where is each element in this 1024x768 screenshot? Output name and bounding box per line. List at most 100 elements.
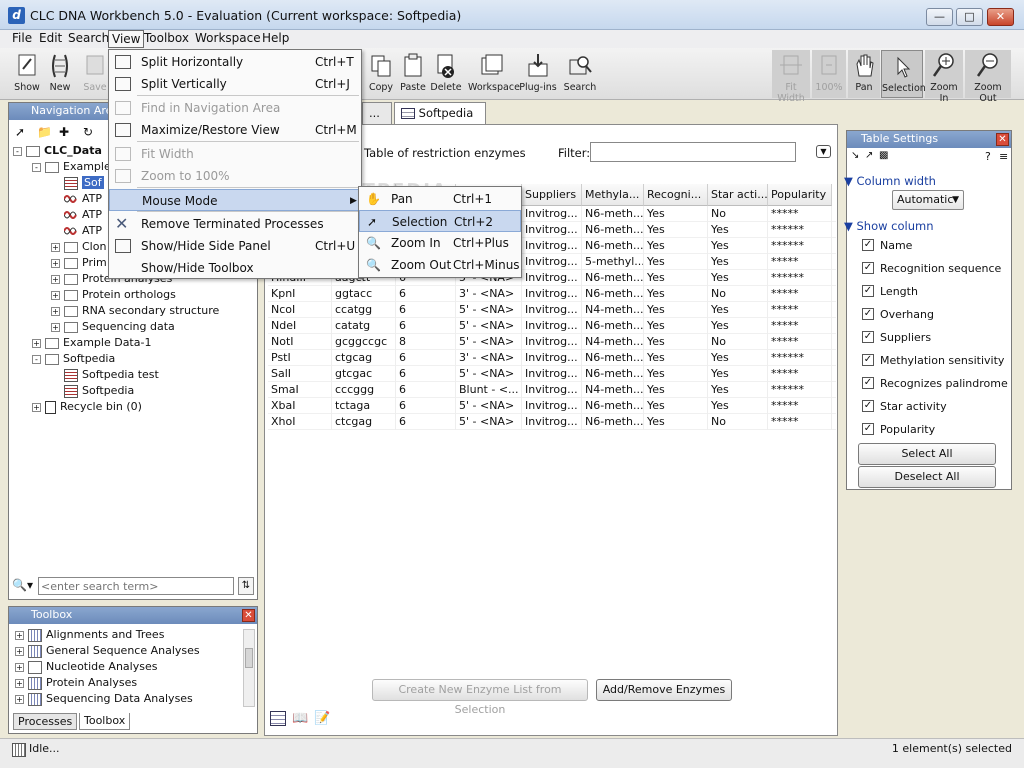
table-row[interactable]: NcoI ccatgg 6 5' - <NA> Invitrog... N4-meth..…: [268, 302, 836, 318]
fit-width-item[interactable]: Fit Width: [109, 143, 361, 165]
expand-icon[interactable]: +: [15, 646, 24, 656]
column-width-section[interactable]: ▼ Column width: [844, 174, 936, 188]
navigation-search-input[interactable]: [38, 577, 234, 595]
expand-icon[interactable]: +: [15, 662, 24, 672]
find-in-navigation-item[interactable]: Find in Navigation Area: [109, 97, 361, 119]
collapse-icon[interactable]: -: [32, 354, 41, 364]
expand-icon[interactable]: +: [51, 290, 60, 300]
pan-mode-item[interactable]: ✋ Pan Ctrl+1: [359, 188, 521, 210]
column-checkbox-row[interactable]: ✓ Methylation sensitivity: [862, 352, 1004, 370]
expand-icon[interactable]: +: [51, 322, 60, 332]
table-row[interactable]: XhoI ctcgag 6 5' - <NA> Invitrog... N6-meth..…: [268, 414, 836, 430]
select-all-button[interactable]: Select All: [858, 443, 996, 465]
menu-search[interactable]: Search: [65, 30, 112, 48]
split-vertically-item[interactable]: Split Vertically Ctrl+J: [109, 73, 361, 95]
collapse-icon[interactable]: -: [32, 162, 41, 172]
help-icon[interactable]: ?: [985, 150, 991, 163]
selection-mode-item[interactable]: ➚ Selection Ctrl+2: [359, 210, 521, 232]
menu-workspace[interactable]: Workspace: [192, 30, 264, 48]
table-settings-close-icon[interactable]: ✕: [996, 133, 1009, 146]
save-button[interactable]: Save: [78, 50, 112, 98]
expand-icon[interactable]: +: [15, 694, 24, 704]
new-item-icon[interactable]: ✚: [59, 125, 69, 139]
toolbox-item[interactable]: + General Sequence Analyses: [15, 643, 200, 659]
checkbox[interactable]: ✓: [862, 285, 874, 297]
column-checkbox-row[interactable]: ✓ Name: [862, 237, 912, 255]
column-checkbox-row[interactable]: ✓ Suppliers: [862, 329, 931, 347]
toolbox-tab[interactable]: Toolbox: [79, 713, 131, 730]
add-remove-enzymes-button[interactable]: Add/Remove Enzymes: [596, 679, 732, 701]
split-horizontally-item[interactable]: Split Horizontally Ctrl+T: [109, 51, 361, 73]
tree-item[interactable]: + Recycle bin (0): [32, 399, 142, 415]
table-row[interactable]: NotI gcggccgc 8 5' - <NA> Invitrog... N4-meth…: [268, 334, 836, 350]
table-view-icon[interactable]: [270, 711, 286, 726]
column-checkbox-row[interactable]: ✓ Recognizes palindrome: [862, 375, 1008, 393]
menu-view[interactable]: View: [108, 30, 145, 48]
column-checkbox-row[interactable]: ✓ Length: [862, 283, 918, 301]
tree-item[interactable]: + Sequencing data: [51, 319, 175, 335]
tree-item[interactable]: - CLC_Data: [13, 143, 102, 159]
tree-item[interactable]: - Example: [32, 159, 111, 175]
menu-file[interactable]: File: [9, 30, 35, 48]
tree-item[interactable]: Softpedia: [51, 383, 134, 399]
close-window-button[interactable]: ✕: [987, 8, 1014, 26]
column-checkbox-row[interactable]: ✓ Overhang: [862, 306, 934, 324]
tab-previous[interactable]: ...: [362, 102, 392, 124]
table-row[interactable]: XbaI tctaga 6 5' - <NA> Invitrog... N6-meth..…: [268, 398, 836, 414]
checkbox[interactable]: ✓: [862, 354, 874, 366]
minimize-button[interactable]: —: [926, 8, 953, 26]
tree-item[interactable]: + RNA secondary structure: [51, 303, 219, 319]
table-row[interactable]: PstI ctgcag 6 3' - <NA> Invitrog... N6-meth..…: [268, 350, 836, 366]
collapse-icon[interactable]: -: [13, 146, 22, 156]
refresh-icon[interactable]: ↻: [83, 125, 93, 139]
column-checkbox-row[interactable]: ✓ Recognition sequence: [862, 260, 1001, 278]
expand-icon[interactable]: +: [51, 242, 60, 252]
create-enzyme-list-button[interactable]: Create New Enzyme List from Selection: [372, 679, 588, 716]
show-column-section[interactable]: ▼ Show column: [844, 219, 934, 233]
checkbox[interactable]: ✓: [862, 400, 874, 412]
expand-all-icon[interactable]: ↘: [851, 150, 859, 161]
expand-icon[interactable]: +: [51, 274, 60, 284]
show-hide-toolbox-item[interactable]: Show/Hide Toolbox: [109, 257, 361, 279]
column-header[interactable]: Popularity: [768, 184, 832, 206]
zoom-in-mode-item[interactable]: 🔍 Zoom In Ctrl+Plus: [359, 232, 521, 254]
paste-button[interactable]: Paste: [398, 50, 428, 98]
checkbox[interactable]: ✓: [862, 423, 874, 435]
fit-width-button[interactable]: Fit Width: [772, 50, 810, 104]
column-header[interactable]: Recogni...: [644, 184, 708, 206]
toolbox-item[interactable]: + Alignments and Trees: [15, 627, 164, 643]
toolbox-close-icon[interactable]: ✕: [242, 609, 255, 622]
search-options-icon[interactable]: ⇅: [238, 577, 254, 595]
tree-item[interactable]: + Clon: [51, 239, 106, 255]
column-header[interactable]: Methyla...: [582, 184, 644, 206]
toolbox-item[interactable]: + Nucleotide Analyses: [15, 659, 157, 675]
plugins-button[interactable]: Plug-ins: [518, 50, 558, 98]
selection-button[interactable]: Selection: [881, 50, 926, 98]
column-header[interactable]: Star acti...: [708, 184, 768, 206]
tree-item[interactable]: ATP: [51, 207, 102, 223]
expand-icon[interactable]: +: [51, 258, 60, 268]
column-checkbox-row[interactable]: ✓ Star activity: [862, 398, 947, 416]
remove-terminated-item[interactable]: ✕ Remove Terminated Processes: [109, 213, 361, 235]
show-button[interactable]: Show: [10, 50, 44, 98]
checkbox[interactable]: ✓: [862, 262, 874, 274]
history-view-icon[interactable]: 📝: [314, 711, 330, 726]
zoom-100-item[interactable]: Zoom to 100%: [109, 165, 361, 187]
copy-button[interactable]: Copy: [366, 50, 396, 98]
collapse-all-icon[interactable]: ↗: [865, 150, 873, 161]
checkbox[interactable]: ✓: [862, 377, 874, 389]
zoom-out-button[interactable]: Zoom Out: [965, 50, 1011, 104]
tree-item[interactable]: - Softpedia: [32, 351, 115, 367]
checkbox[interactable]: ✓: [862, 239, 874, 251]
processes-icon[interactable]: [12, 743, 26, 757]
toolbox-scrollbar[interactable]: [243, 629, 255, 707]
expand-icon[interactable]: +: [15, 678, 24, 688]
toolbox-scroll-thumb[interactable]: [245, 648, 253, 668]
checkbox[interactable]: ✓: [862, 331, 874, 343]
filter-options-icon[interactable]: ▼: [816, 145, 831, 158]
deselect-all-button[interactable]: Deselect All: [858, 466, 996, 488]
column-checkbox-row[interactable]: ✓ Popularity: [862, 421, 935, 439]
processes-tab[interactable]: Processes: [13, 713, 78, 730]
expand-icon[interactable]: +: [32, 402, 41, 412]
tree-item[interactable]: ATP: [51, 223, 102, 239]
